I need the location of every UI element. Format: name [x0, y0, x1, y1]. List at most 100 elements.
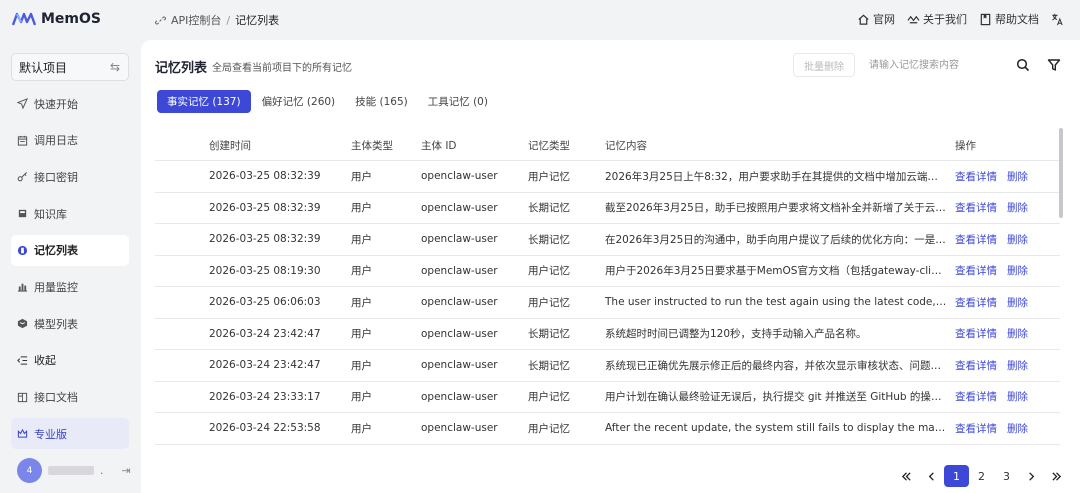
user-profile[interactable]: 4 . ⇥: [17, 458, 131, 483]
filter-icon[interactable]: [1047, 58, 1061, 72]
breadcrumb-parent[interactable]: API控制台: [171, 12, 221, 28]
sidebar-item-memories[interactable]: 记忆列表: [11, 234, 129, 266]
cell-subject-id: openclaw-user: [421, 264, 498, 277]
delete-link[interactable]: 删除: [1007, 200, 1028, 215]
tab-skills[interactable]: 技能 (165): [355, 90, 408, 113]
view-details-link[interactable]: 查看详情: [955, 295, 997, 310]
chevron-right-icon: [1029, 471, 1035, 481]
view-details-link[interactable]: 查看详情: [955, 421, 997, 436]
delete-link[interactable]: 删除: [1007, 326, 1028, 341]
sidebar-item-usage[interactable]: 用量监控: [11, 271, 129, 302]
delete-link[interactable]: 删除: [1007, 295, 1028, 310]
sidebar-item-label: 知识库: [34, 207, 67, 221]
cell-created-time: 2026-03-25 08:19:30: [209, 264, 321, 277]
page-2-button[interactable]: 2: [969, 465, 994, 487]
sidebar-item-collapse[interactable]: 收起: [11, 345, 129, 376]
cloud-icon: [907, 15, 920, 23]
cell-subject-id: openclaw-user: [421, 233, 498, 246]
search-icon[interactable]: [1016, 58, 1030, 72]
sidebar-item-models[interactable]: 模型列表: [11, 308, 129, 339]
last-page-button[interactable]: [1044, 465, 1069, 487]
table-row: 2026-03-25 08:32:39 用户 openclaw-user 用户记忆 20…: [155, 161, 1060, 193]
toplink-website[interactable]: 官网: [857, 11, 895, 27]
delete-link[interactable]: 删除: [1007, 232, 1028, 247]
crown-icon: [17, 428, 28, 438]
page-1-button[interactable]: 1: [944, 465, 969, 487]
cell-actions: 查看详情 删除: [955, 263, 1060, 278]
toplink-about[interactable]: 关于我们: [907, 11, 967, 27]
sidebar: 默认项目 ⇆ 快速开始 调用日志 接口密钥 知识库 记忆列表 用量监控 模型列表…: [0, 40, 140, 493]
toplink-language[interactable]: [1051, 13, 1064, 26]
table-header: 创建时间 主体类型 主体 ID 记忆类型 记忆内容 操作: [155, 130, 1060, 161]
cell-actions: 查看详情 删除: [955, 232, 1060, 247]
batch-delete-button[interactable]: 批量删除: [793, 53, 855, 77]
cell-memory-type: 长期记忆: [528, 328, 570, 341]
collapse-icon: [17, 356, 28, 365]
swap-icon[interactable]: ⇆: [110, 60, 120, 74]
cell-memory-content: 用户于2026年3月25日要求基于MemOS官方文档（包括gateway-cli…: [605, 265, 955, 278]
tab-tool-memory[interactable]: 工具记忆 (0): [428, 90, 488, 113]
cell-memory-content: 截至2026年3月25日，助手已按照用户要求将文档补全并新增了关于云端...: [605, 202, 955, 215]
sidebar-item-api-docs[interactable]: 接口文档: [11, 382, 129, 413]
memory-table: 创建时间 主体类型 主体 ID 记忆类型 记忆内容 操作 2026-03-25 …: [155, 130, 1060, 445]
sidebar-item-knowledge[interactable]: 知识库: [11, 198, 129, 229]
breadcrumb-separator: /: [226, 13, 231, 27]
cell-actions: 查看详情 删除: [955, 358, 1060, 373]
cell-memory-content: 系统现已正确优先展示修正后的最终内容，并依次显示审核状态、问题清...: [605, 359, 952, 372]
cell-subject-id: openclaw-user: [421, 327, 498, 340]
header-subject-id: 主体 ID: [421, 139, 457, 152]
send-icon: [17, 98, 28, 109]
next-page-button[interactable]: [1019, 465, 1044, 487]
delete-link[interactable]: 删除: [1007, 358, 1028, 373]
sidebar-item-keys[interactable]: 接口密钥: [11, 161, 129, 192]
view-details-link[interactable]: 查看详情: [955, 389, 997, 404]
cell-memory-content: 用户计划在确认最终验证无误后，执行提交 git 并推送至 GitHub 的操作。…: [605, 391, 955, 404]
search-input[interactable]: [863, 53, 1003, 77]
view-details-link[interactable]: 查看详情: [955, 169, 997, 184]
table-row: 2026-03-24 23:42:47 用户 openclaw-user 长期记忆 系统…: [155, 319, 1060, 350]
sidebar-item-label: 接口文档: [34, 391, 78, 404]
logout-icon[interactable]: ⇥: [122, 464, 131, 477]
delete-link[interactable]: 删除: [1007, 389, 1028, 404]
tab-fact-memory[interactable]: 事实记忆 (137): [157, 90, 251, 113]
sidebar-item-pro[interactable]: 专业版: [11, 418, 129, 450]
toplink-help[interactable]: 帮助文档: [979, 11, 1039, 27]
view-details-link[interactable]: 查看详情: [955, 232, 997, 247]
sidebar-item-label: 记忆列表: [34, 244, 78, 258]
logo[interactable]: MemOS: [12, 10, 101, 28]
prev-page-button[interactable]: [919, 465, 944, 487]
calendar-icon: [17, 135, 28, 146]
sidebar-item-logs[interactable]: 调用日志: [11, 125, 129, 156]
tab-preference-memory[interactable]: 偏好记忆 (260): [262, 90, 336, 113]
database-icon: [18, 209, 27, 218]
double-chevron-right-icon: [1052, 471, 1062, 481]
view-details-link[interactable]: 查看详情: [955, 358, 997, 373]
cell-subject-id: openclaw-user: [421, 296, 498, 309]
first-page-button[interactable]: [894, 465, 919, 487]
doc-icon: [17, 392, 28, 402]
link-icon: [155, 16, 166, 24]
logo-text: MemOS: [41, 11, 101, 27]
project-selector[interactable]: 默认项目 ⇆: [11, 53, 129, 81]
avatar[interactable]: 4: [17, 458, 42, 483]
page-title: 记忆列表: [155, 61, 208, 76]
view-details-link[interactable]: 查看详情: [955, 326, 997, 341]
view-details-link[interactable]: 查看详情: [955, 200, 997, 215]
cell-subject-type: 用户: [351, 265, 372, 278]
cell-memory-content: After the recent update, the system stil…: [605, 422, 955, 435]
cell-subject-type: 用户: [351, 391, 372, 404]
delete-link[interactable]: 删除: [1007, 263, 1028, 278]
page-3-button[interactable]: 3: [994, 465, 1019, 487]
delete-link[interactable]: 删除: [1007, 169, 1028, 184]
sidebar-item-quickstart[interactable]: 快速开始: [11, 88, 129, 119]
username-suffix: .: [100, 464, 104, 477]
header-actions: 操作: [955, 139, 976, 152]
cell-actions: 查看详情 删除: [955, 389, 1060, 404]
home-icon: [858, 14, 869, 25]
translate-icon: [1052, 13, 1063, 25]
cell-created-time: 2026-03-24 23:42:47: [209, 359, 321, 372]
view-details-link[interactable]: 查看详情: [955, 263, 997, 278]
table-scrollbar[interactable]: [1059, 128, 1063, 218]
table-row: 2026-03-24 23:42:47 用户 openclaw-user 长期记忆 系统…: [155, 350, 1060, 382]
delete-link[interactable]: 删除: [1007, 421, 1028, 436]
